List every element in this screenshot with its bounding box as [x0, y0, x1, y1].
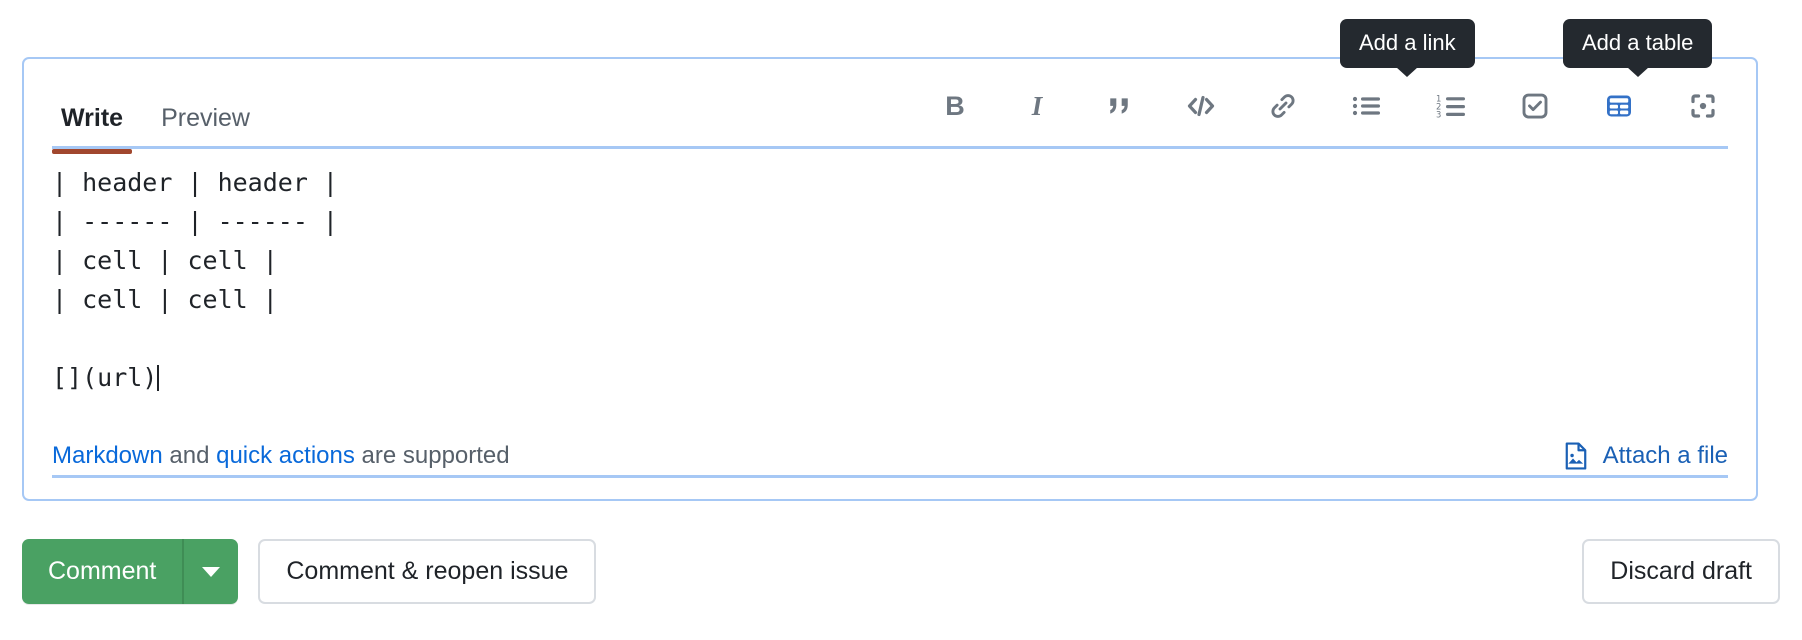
tab-write[interactable]: Write	[52, 104, 133, 154]
tooltip-add-a-table: Add a table	[1563, 19, 1713, 77]
attach-a-file-label: Attach a file	[1602, 442, 1728, 469]
comment-textarea-value: | header | header | | ------ | ------ | …	[52, 168, 338, 392]
editor-body: | header | header | | ------ | ------ | …	[24, 151, 1756, 478]
link-icon[interactable]	[1258, 83, 1308, 129]
attach-a-file-button[interactable]: Attach a file	[1562, 441, 1728, 471]
italic-glyph: I	[1031, 90, 1043, 121]
comment-button[interactable]: Comment	[22, 539, 183, 604]
note-supported: are supported	[354, 442, 510, 469]
svg-text:3: 3	[1436, 109, 1441, 119]
tab-write-label: Write	[61, 104, 124, 132]
tooltip-label: Add a link	[1359, 30, 1456, 55]
saved-replies-icon[interactable]	[1678, 83, 1728, 129]
comment-and-reopen-issue-button[interactable]: Comment & reopen issue	[258, 539, 597, 604]
comment-button-group: Comment	[22, 539, 239, 604]
tooltip-label: Add a table	[1582, 30, 1694, 55]
italic-icon[interactable]: I	[1012, 83, 1062, 129]
tooltip-add-a-link: Add a link	[1340, 19, 1475, 77]
comment-dropdown-button[interactable]	[182, 539, 239, 604]
markdown-link[interactable]: Markdown	[52, 442, 163, 469]
tab-preview[interactable]: Preview	[152, 104, 259, 151]
bold-icon[interactable]: B	[930, 83, 980, 129]
editor-footer: Markdown and quick actions are supported…	[24, 413, 1756, 499]
unordered-list-icon[interactable]	[1342, 83, 1392, 129]
caret-down-icon	[202, 566, 221, 577]
bold-glyph: B	[945, 90, 965, 121]
comment-textarea[interactable]: | header | header | | ------ | ------ | …	[52, 151, 1728, 397]
ordered-list-icon[interactable]: 1 2 3	[1426, 83, 1476, 129]
header-divider	[52, 146, 1728, 149]
quote-icon[interactable]	[1094, 83, 1144, 129]
markdown-support-note: Markdown and quick actions are supported	[52, 442, 510, 470]
table-icon[interactable]	[1594, 83, 1644, 129]
text-cursor	[157, 365, 160, 391]
quick-actions-link[interactable]: quick actions	[216, 442, 355, 469]
tab-preview-label: Preview	[161, 104, 250, 132]
comment-editor-box: Write Preview B I 1 2 3 | header | heade…	[22, 57, 1758, 501]
action-bar: Comment Comment & reopen issue Discard d…	[22, 539, 1780, 605]
action-bar-right: Discard draft	[1582, 539, 1780, 604]
code-icon[interactable]	[1176, 83, 1226, 129]
image-file-icon	[1562, 441, 1590, 471]
editor-header: Write Preview B I 1 2 3	[24, 59, 1756, 154]
task-list-icon[interactable]	[1510, 83, 1560, 129]
note-and: and	[162, 442, 217, 469]
discard-draft-button[interactable]: Discard draft	[1582, 539, 1780, 604]
action-bar-left: Comment Comment & reopen issue	[22, 539, 597, 604]
editor-tabs: Write Preview	[24, 59, 279, 154]
markdown-toolbar: B I 1 2 3	[928, 83, 1728, 129]
